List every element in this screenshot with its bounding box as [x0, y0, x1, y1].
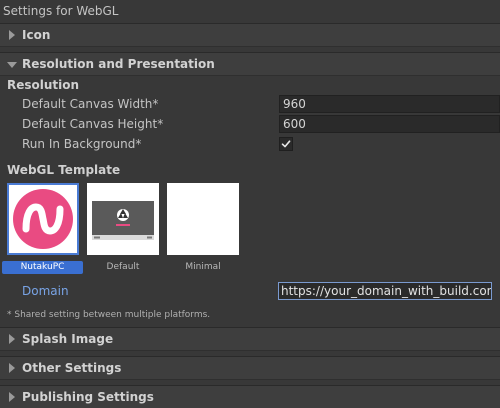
domain-input[interactable]: https://your_domain_with_build.com — [278, 282, 492, 300]
webgl-template-header: WebGL Template — [7, 163, 121, 177]
template-default-label[interactable]: Default — [83, 261, 163, 274]
panel-title: Settings for WebGL — [3, 4, 119, 18]
template-nutakupc-thumbnail[interactable] — [7, 183, 79, 255]
canvas-width-label: Default Canvas Width* — [22, 97, 159, 111]
chevron-right-icon — [9, 30, 15, 40]
foldout-icon-label: Icon — [22, 28, 51, 42]
resolution-sub-header: Resolution — [7, 78, 80, 92]
nutaku-logo-icon — [13, 189, 73, 249]
canvas-height-field[interactable]: 600 — [279, 115, 500, 133]
canvas-height-label: Default Canvas Height* — [22, 117, 164, 131]
template-minimal-label[interactable]: Minimal — [163, 261, 243, 274]
foldout-other-label: Other Settings — [22, 361, 122, 375]
chevron-right-icon — [9, 392, 15, 402]
template-default-thumbnail[interactable] — [87, 183, 159, 255]
chevron-down-icon — [7, 62, 17, 68]
foldout-publishing-label: Publishing Settings — [22, 390, 154, 404]
canvas-width-field[interactable]: 960 — [279, 95, 500, 113]
domain-label: Domain — [22, 284, 69, 298]
foldout-splash-image[interactable]: Splash Image — [0, 327, 500, 351]
run-in-background-checkbox[interactable] — [279, 137, 293, 151]
default-template-preview-icon — [92, 201, 154, 240]
foldout-publishing-settings[interactable]: Publishing Settings — [0, 385, 500, 408]
chevron-right-icon — [9, 334, 15, 344]
shared-setting-footnote: * Shared setting between multiple platfo… — [7, 310, 211, 320]
foldout-icon[interactable]: Icon — [0, 23, 500, 47]
checkmark-icon — [281, 140, 291, 148]
run-in-background-label: Run In Background* — [22, 137, 142, 151]
template-minimal-thumbnail[interactable] — [167, 183, 239, 255]
webgl-settings-panel: Settings for WebGL Icon Resolution and P… — [0, 0, 500, 408]
chevron-right-icon — [9, 363, 15, 373]
foldout-resolution-label: Resolution and Presentation — [22, 57, 215, 71]
foldout-resolution-and-presentation[interactable]: Resolution and Presentation — [0, 52, 500, 76]
foldout-other-settings[interactable]: Other Settings — [0, 356, 500, 380]
template-nutakupc-label[interactable]: NutakuPC — [2, 261, 83, 274]
foldout-splash-label: Splash Image — [22, 332, 114, 346]
